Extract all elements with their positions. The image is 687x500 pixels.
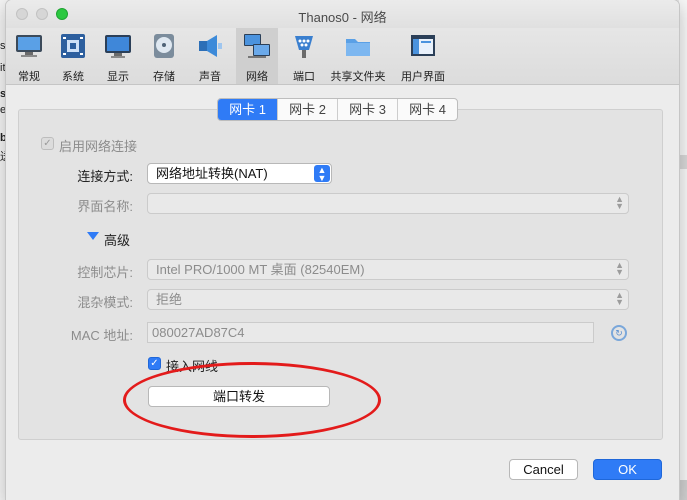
chevron-up-down-icon: ▲ ▼ <box>615 260 624 277</box>
settings-toolbar: 常规 系统 显示 存储 声音 网络 端口 共享文件夹 用户界面 <box>6 28 679 85</box>
toolbar-item-general[interactable]: 常规 <box>10 28 48 84</box>
tab-adapter-4[interactable]: 网卡 4 <box>397 99 457 120</box>
sound-speaker-icon <box>199 35 222 57</box>
attached-to-value: 网络地址转换(NAT) <box>156 166 268 181</box>
advanced-disclosure-triangle-icon[interactable] <box>87 232 99 240</box>
background-bar <box>679 480 687 500</box>
toolbar-label: 用户界面 <box>401 71 445 83</box>
toolbar-label: 显示 <box>107 71 129 83</box>
adapter-tabs: 网卡 1 网卡 2 网卡 3 网卡 4 <box>217 98 458 121</box>
toolbar-label: 网络 <box>246 71 268 83</box>
adapter-type-value: Intel PRO/1000 MT 桌面 (82540EM) <box>156 262 365 277</box>
background-bar <box>679 155 687 169</box>
tab-adapter-1[interactable]: 网卡 1 <box>218 99 277 120</box>
title-bar[interactable]: Thanos0 - 网络 <box>6 0 679 28</box>
cancel-button[interactable]: Cancel <box>509 459 578 480</box>
tab-adapter-3[interactable]: 网卡 3 <box>337 99 397 120</box>
tab-adapter-2[interactable]: 网卡 2 <box>277 99 337 120</box>
shared-folder-icon <box>346 39 370 56</box>
toolbar-item-display[interactable]: 显示 <box>98 28 138 84</box>
toolbar-item-shared-folders[interactable]: 共享文件夹 <box>330 28 386 84</box>
promiscuous-mode-label: 混杂模式: <box>77 295 133 310</box>
toolbar-label: 存储 <box>153 71 175 83</box>
adapter-type-select[interactable]: Intel PRO/1000 MT 桌面 (82540EM) ▲ ▼ <box>147 259 629 280</box>
interface-name-select[interactable]: ▲ ▼ <box>147 193 629 214</box>
network-icon <box>244 34 270 58</box>
toolbar-label: 端口 <box>293 71 315 83</box>
window-title: Thanos0 - 网络 <box>298 10 387 25</box>
toolbar-label: 共享文件夹 <box>330 71 386 83</box>
enable-network-label: 启用网络连接 <box>59 139 138 154</box>
toolbar-label: 常规 <box>18 71 40 83</box>
toolbar-item-network[interactable]: 网络 <box>236 28 278 84</box>
general-monitor-icon <box>16 35 42 57</box>
toolbar-item-system[interactable]: 系统 <box>54 28 92 84</box>
user-interface-icon <box>411 35 435 56</box>
serial-port-icon <box>295 36 313 58</box>
toolbar-item-ports[interactable]: 端口 <box>284 28 324 84</box>
regenerate-mac-icon[interactable]: ↻ <box>611 325 627 341</box>
advanced-label[interactable]: 高级 <box>104 230 130 249</box>
toolbar-item-sound[interactable]: 声音 <box>190 28 230 84</box>
chevron-up-down-icon: ▲ ▼ <box>615 290 624 307</box>
storage-disk-icon <box>154 34 174 58</box>
attached-to-select[interactable]: 网络地址转换(NAT) ▲ ▼ <box>147 163 332 184</box>
toolbar-item-storage[interactable]: 存储 <box>144 28 184 84</box>
background-fragment: it <box>0 62 6 74</box>
chevron-up-down-icon: ▲ ▼ <box>314 165 330 183</box>
toolbar-item-user-interface[interactable]: 用户界面 <box>396 28 450 84</box>
enable-network-checkbox[interactable]: ✓ <box>41 137 54 150</box>
cable-connected-checkbox[interactable]: ✓ <box>148 357 161 370</box>
interface-name-label: 界面名称: <box>77 199 133 214</box>
promiscuous-mode-value: 拒绝 <box>156 292 183 307</box>
attached-to-label: 连接方式: <box>77 169 133 184</box>
mac-address-label: MAC 地址: <box>70 328 133 343</box>
settings-window: Thanos0 - 网络 常规 系统 显示 存储 声音 网络 端口 共享文件夹 … <box>6 0 679 500</box>
background-window-edge-right <box>679 0 687 500</box>
mac-address-field[interactable]: 080027AD87C4 <box>147 322 594 343</box>
adapter-type-label: 控制芯片: <box>77 265 133 280</box>
display-monitor-icon <box>105 35 131 58</box>
red-annotation-ellipse <box>123 362 381 438</box>
system-chip-icon <box>61 34 85 58</box>
chevron-up-down-icon: ▲ ▼ <box>615 194 624 211</box>
toolbar-label: 系统 <box>62 71 84 83</box>
background-fragment: s <box>0 40 6 52</box>
toolbar-label: 声音 <box>199 71 221 83</box>
promiscuous-mode-select[interactable]: 拒绝 ▲ ▼ <box>147 289 629 310</box>
ok-button[interactable]: OK <box>593 459 662 480</box>
